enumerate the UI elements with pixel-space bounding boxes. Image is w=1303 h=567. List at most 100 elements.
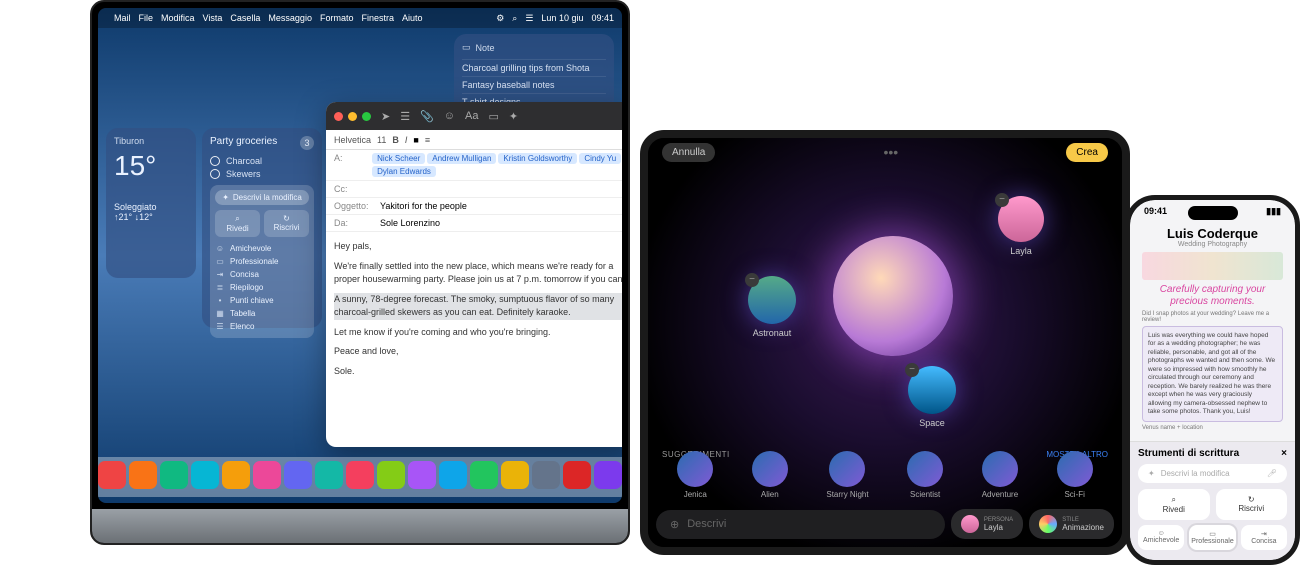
dock-app-icon[interactable] (98, 461, 126, 489)
subject-field[interactable]: Oggetto:Yakitori for the people (326, 198, 622, 215)
menu-view[interactable]: Vista (203, 13, 223, 23)
wifi-icon[interactable]: ⚙︎ (496, 13, 504, 24)
recipient-chip[interactable]: Kristin Goldsworthy (498, 153, 577, 164)
proofread-button[interactable]: ⌕Rivedi (1138, 489, 1210, 520)
search-icon[interactable]: ⌕ (512, 13, 517, 24)
header-icon[interactable]: ☰ (400, 110, 410, 123)
suggestion-item[interactable]: Jenica (677, 451, 713, 499)
proofread-button[interactable]: ⌕Rivedi (215, 210, 260, 237)
menu-file[interactable]: File (139, 13, 154, 23)
close-icon[interactable]: × (1281, 448, 1287, 459)
plus-icon[interactable]: ⊕ (670, 518, 679, 531)
persona-picker[interactable]: PERSONALayla (951, 509, 1023, 539)
menu-mailbox[interactable]: Casella (230, 13, 260, 23)
mic-icon[interactable]: 🎤︎ (1267, 469, 1277, 478)
suggestion-item[interactable]: Sci-Fi (1057, 451, 1093, 499)
menu-help[interactable]: Aiuto (402, 13, 423, 23)
dock-app-icon[interactable] (222, 461, 250, 489)
recipient-chip[interactable]: Dylan Edwards (372, 166, 436, 177)
action-summary[interactable]: ≣Riepilogo (215, 281, 309, 294)
style-concise[interactable]: ⇥Concisa (1241, 525, 1287, 550)
menubar[interactable]: Mail File Modifica Vista Casella Messagg… (98, 8, 622, 28)
suggestion-item[interactable]: Alien (752, 451, 788, 499)
minimize-icon[interactable] (348, 112, 357, 121)
rewrite-button[interactable]: ↻Riscrivi (264, 210, 309, 237)
recipient-chip[interactable]: Cindy Yu (579, 153, 621, 164)
style-friendly[interactable]: ☺Amichevole (215, 242, 309, 255)
action-table[interactable]: ▦Tabella (215, 307, 309, 320)
menubar-date[interactable]: Lun 10 giu (541, 13, 583, 23)
recipient-chip[interactable]: Andrew Mulligan (427, 153, 496, 164)
main-avatar[interactable] (833, 236, 953, 356)
orb-astronaut[interactable]: −Astronaut (748, 276, 796, 324)
rewrite-button[interactable]: ↻Riscrivi (1216, 489, 1288, 520)
checkbox-icon[interactable] (210, 156, 220, 166)
attach-icon[interactable]: 📎 (420, 110, 434, 123)
dock-app-icon[interactable] (253, 461, 281, 489)
style-professional[interactable]: ▭Professionale (215, 255, 309, 268)
dock-app-icon[interactable] (439, 461, 467, 489)
suggestion-item[interactable]: Scientist (907, 451, 943, 499)
style-concise[interactable]: ⇥Concisa (215, 268, 309, 281)
format-bar[interactable]: Helvetica 11 B I ■ ≡ (326, 130, 622, 150)
more-icon[interactable]: ••• (883, 144, 898, 160)
size-select[interactable]: 11 (377, 135, 386, 145)
send-icon[interactable]: ➤ (381, 110, 390, 123)
dock-app-icon[interactable] (160, 461, 188, 489)
zoom-icon[interactable] (362, 112, 371, 121)
emoji-icon[interactable]: ☺ (444, 110, 455, 122)
photo-icon[interactable]: ▭ (489, 110, 499, 123)
font-select[interactable]: Helvetica (334, 135, 371, 145)
app-name[interactable]: Mail (114, 13, 131, 23)
writing-tools-icon[interactable]: ✦ (509, 110, 518, 123)
menu-message[interactable]: Messaggio (268, 13, 312, 23)
menu-edit[interactable]: Modifica (161, 13, 195, 23)
style-picker[interactable]: STILEAnimazione (1029, 509, 1114, 539)
recipient-chip[interactable]: Nick Scheer (372, 153, 425, 164)
style-professional[interactable]: ▭Professionale (1189, 525, 1235, 550)
create-button[interactable]: Crea (1066, 143, 1108, 162)
format-icon[interactable]: Aa (465, 110, 478, 122)
action-list[interactable]: ☰Elenco (215, 320, 309, 333)
color-icon[interactable]: ■ (413, 135, 418, 145)
control-center-icon[interactable]: ☰ (525, 13, 533, 24)
suggestion-item[interactable]: Adventure (982, 451, 1018, 499)
orb-layla[interactable]: −Layla (998, 196, 1044, 242)
bold-icon[interactable]: B (392, 135, 399, 145)
from-field[interactable]: Da:Sole Lorenzino (326, 215, 622, 232)
dock-app-icon[interactable] (563, 461, 591, 489)
note-item[interactable]: Charcoal grilling tips from Shota (462, 59, 606, 76)
style-friendly[interactable]: ☺Amichevole (1138, 525, 1184, 550)
dock-app-icon[interactable] (191, 461, 219, 489)
compose-body[interactable]: Hey pals, We're finally settled into the… (326, 232, 622, 392)
dock-app-icon[interactable] (284, 461, 312, 489)
dock-app-icon[interactable] (315, 461, 343, 489)
remove-icon[interactable]: − (995, 193, 1009, 207)
describe-input[interactable]: ⊕Descrivi (656, 510, 945, 539)
action-keypoints[interactable]: •Punti chiave (215, 294, 309, 307)
italic-icon[interactable]: I (405, 135, 408, 145)
weather-widget[interactable]: Tiburon 15° Soleggiato ↑21° ↓12° (106, 128, 196, 278)
review-textarea[interactable]: Luis was everything we could have hoped … (1142, 326, 1283, 422)
remove-icon[interactable]: − (745, 273, 759, 287)
dock[interactable] (98, 457, 622, 497)
dock-app-icon[interactable] (470, 461, 498, 489)
to-field[interactable]: A:Nick ScheerAndrew MulliganKristin Gold… (326, 150, 622, 181)
menu-window[interactable]: Finestra (361, 13, 394, 23)
close-icon[interactable] (334, 112, 343, 121)
dock-app-icon[interactable] (408, 461, 436, 489)
remove-icon[interactable]: − (905, 363, 919, 377)
dock-app-icon[interactable] (377, 461, 405, 489)
dock-app-icon[interactable] (594, 461, 622, 489)
orb-space[interactable]: −Space (908, 366, 956, 414)
menubar-time[interactable]: 09:41 (591, 13, 614, 23)
reminder-item[interactable]: Charcoal (210, 156, 314, 166)
reminders-widget[interactable]: Party groceries 3 Charcoal Skewers ✦Desc… (202, 128, 322, 328)
menu-format[interactable]: Formato (320, 13, 354, 23)
dock-app-icon[interactable] (129, 461, 157, 489)
checkbox-icon[interactable] (210, 169, 220, 179)
describe-edit-input[interactable]: ✦Descrivi la modifica (215, 190, 309, 205)
suggestion-item[interactable]: Starry Night (826, 451, 868, 499)
cc-field[interactable]: Cc: (326, 181, 622, 198)
cancel-button[interactable]: Annulla (662, 143, 715, 162)
